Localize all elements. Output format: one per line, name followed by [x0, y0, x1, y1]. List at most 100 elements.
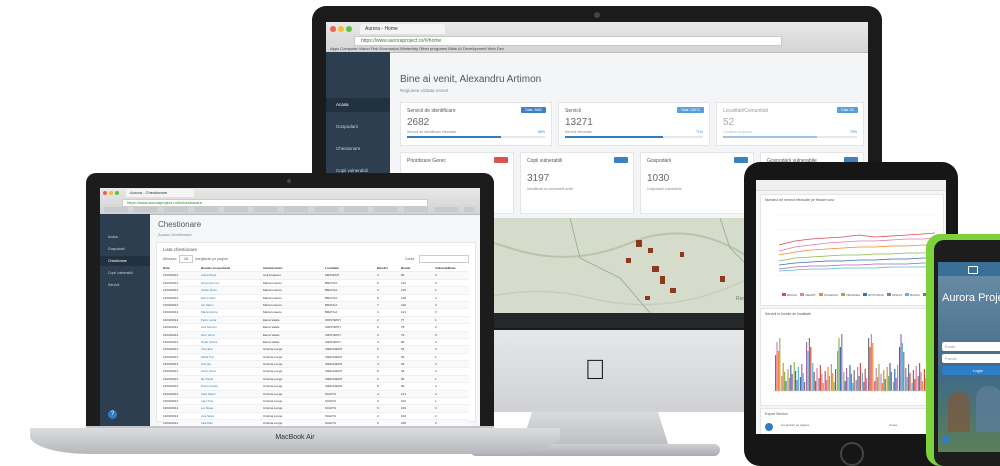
table-cell[interactable]: Gheorghe Ion — [201, 280, 263, 286]
stat-card-gospodarii[interactable]: Gospodarii 1030 Gospodarii vulnerabile — [640, 152, 754, 214]
table-row[interactable]: 13/03/2014 Lia Matei Cristina Lungu SCHITU 6… — [163, 405, 469, 413]
bookmarks-bar[interactable]: Apps Computer Vision Fink Economics Wint… — [330, 46, 504, 51]
chart-bar — [844, 381, 846, 391]
close-button[interactable] — [330, 26, 336, 32]
close-button[interactable] — [103, 191, 107, 195]
table-cell[interactable]: Ion Marin — [201, 302, 263, 308]
chart-card-localitate: Servicii in functie de localitate — [760, 308, 944, 406]
browser-tab[interactable]: Aurora - Chestionare — [126, 189, 194, 197]
legend-label[interactable]: VRANCEA — [846, 293, 861, 297]
table-cell[interactable]: Maria Dobre — [201, 309, 263, 315]
minimize-button[interactable] — [109, 191, 113, 195]
help-icon[interactable]: ? — [108, 410, 117, 419]
table-cell: 79 — [401, 332, 405, 337]
table-row[interactable]: 13/03/2014 Doina Avram Cristina Lungu URECH… — [163, 383, 469, 391]
table-row[interactable]: 13/03/2014 Mihai Pop Cristina Lungu URECHES… — [163, 354, 469, 362]
table-cell[interactable]: Dan Toma — [201, 332, 263, 338]
column-header[interactable]: Localitate — [325, 265, 377, 271]
address-bar[interactable]: https://www.auroraproject.ro/#/chestiona… — [122, 199, 428, 207]
minimize-button[interactable] — [338, 26, 344, 32]
sidebar-item-copii[interactable]: Copii vulnerabili — [100, 268, 150, 278]
legend-label[interactable]: BUZAU — [910, 293, 920, 297]
table-row[interactable]: 13/03/2014 Ioana Popa Ana Popescu MIRCESTI 4… — [163, 272, 469, 280]
legend-label[interactable]: BOTOSANI — [868, 293, 883, 297]
column-header[interactable]: Vulnerabilitate — [435, 265, 469, 271]
sidebar-item-chestionare[interactable]: Chestionare — [326, 142, 390, 156]
password-field[interactable]: Parola — [942, 354, 1000, 363]
column-header[interactable]: Membri — [377, 265, 401, 271]
table-cell[interactable]: Ilie Pavel — [201, 376, 263, 382]
table-row[interactable]: 13/03/2014 Ioan Rus Cristina Lungu SCHITU 3 1… — [163, 398, 469, 406]
sidebar-item-acasa[interactable]: Acasa — [326, 98, 390, 112]
search-input[interactable] — [419, 255, 469, 263]
sidebar-item-gospodarii[interactable]: Gospodarii — [100, 244, 150, 254]
table-cell[interactable]: Vasile Rusu — [201, 287, 263, 293]
table-cell[interactable]: Ioana Popa — [201, 272, 263, 278]
stat-card-localitati[interactable]: Localitati/Comunitati Total: 52 52 Local… — [716, 102, 864, 146]
table-row[interactable]: 13/03/2014 Ana Ilie Cristina Lungu URECHEST… — [163, 361, 469, 369]
table-cell[interactable]: Radu Stoica — [201, 339, 263, 345]
table-cell: 13/03/2014 — [163, 273, 179, 278]
table-cell[interactable]: Elena Stan — [201, 295, 263, 301]
sidebar-item-servicii[interactable]: Servicii — [100, 280, 150, 290]
legend-label[interactable]: BACAU — [787, 293, 797, 297]
table-cell[interactable]: Sorin Voicu — [201, 368, 263, 374]
table-row[interactable]: 13/03/2014 Vasile Rusu Maria Ionescu BRATIL… — [163, 287, 469, 295]
column-header[interactable]: Data — [163, 265, 201, 271]
table-cell[interactable]: Petru Lazar — [201, 317, 263, 323]
table-cell: 3 — [377, 332, 379, 337]
table-row[interactable]: 13/03/2014 Sorin Voicu Cristina Lungu URECH… — [163, 368, 469, 376]
browser-tab[interactable]: Aurora - Home — [360, 24, 445, 34]
email-field[interactable]: Email — [942, 342, 1000, 351]
table-row[interactable]: 13/03/2014 Ion Marin Maria Ionescu BRATILA 7… — [163, 301, 469, 310]
stat-card-identificare[interactable]: Servicii de identificare Total: 2682 268… — [400, 102, 552, 146]
table-cell[interactable]: Doina Avram — [201, 383, 263, 389]
table-row[interactable]: 13/03/2014 Dan Toma Elena Vasile CRISTESTI 3… — [163, 331, 469, 339]
table-row[interactable]: 13/03/2014 Ana Moraru Elena Vasile CRISTEST… — [163, 324, 469, 332]
legend-label[interactable]: VASLUI — [892, 293, 902, 297]
sidebar-item-acasa[interactable]: Acasa — [100, 232, 150, 242]
home-icon[interactable] — [968, 266, 978, 274]
table-row[interactable]: 13/03/2014 Petru Lazar Elena Vasile CRISTES… — [163, 316, 469, 325]
table-cell: Cristina Lungu — [263, 413, 283, 418]
sidebar-item-gospodarii[interactable]: Gospodarii — [326, 120, 390, 134]
table-cell[interactable]: Vlad Nistor — [201, 391, 263, 397]
table-row[interactable]: 13/03/2014 Irina Ene Cristina Lungu URECHES… — [163, 346, 469, 354]
zoom-button[interactable] — [346, 26, 352, 32]
column-header[interactable]: Numar — [401, 265, 435, 271]
table-cell: 13/03/2014 — [163, 347, 179, 352]
table-row[interactable]: 13/03/2014 Radu Stoica Elena Vasile CRISTES… — [163, 339, 469, 347]
table-row[interactable]: 13/03/2014 Elena Stan Maria Ionescu BRATILA… — [163, 295, 469, 302]
help-icon[interactable] — [942, 436, 950, 444]
chart-bar — [853, 370, 855, 391]
stat-card-copii[interactable]: Copii vulnerabili 3197 Identificati ca v… — [520, 152, 634, 214]
column-header[interactable]: Administrator — [263, 265, 325, 271]
export-panel: Export Servicii inregistrari pe pagina C… — [760, 408, 944, 434]
table-cell: 2 — [435, 302, 437, 307]
table-cell[interactable]: Irina Ene — [201, 346, 263, 352]
bookmarks-bar[interactable] — [104, 207, 474, 212]
table-cell[interactable]: Ioan Rus — [201, 398, 263, 404]
stat-card-servicii[interactable]: Servicii Total: 13271 13271 Servicii efe… — [558, 102, 710, 146]
address-bar[interactable]: https://www.auroraproject.ro/#/home — [354, 36, 782, 46]
column-header[interactable]: Numele Gospodariei — [201, 265, 263, 271]
table-cell[interactable]: Ana Moraru — [201, 324, 263, 330]
zoom-button[interactable] — [115, 191, 119, 195]
table-row[interactable]: 13/03/2014 Maria Dobre Maria Ionescu BRATIL… — [163, 309, 469, 317]
table-cell: 120 — [401, 302, 407, 307]
table-row[interactable]: 13/03/2014 Gheorghe Ion Maria Ionescu BRATI… — [163, 280, 469, 288]
legend-label[interactable]: SUCEAVA — [824, 293, 838, 297]
table-row[interactable]: 13/03/2014 Ana Sava Cristina Lungu SCHITU 4 1… — [163, 413, 469, 421]
login-button[interactable]: Login — [942, 366, 1000, 375]
help-icon[interactable] — [765, 423, 773, 431]
sidebar-item-chestionare[interactable]: Chestionare — [100, 256, 150, 266]
table-row[interactable]: 13/03/2014 Ilie Pavel Cristina Lungu URECHE… — [163, 375, 469, 384]
table-row[interactable]: 13/03/2014 Vlad Nistor Cristina Lungu SCHIT… — [163, 390, 469, 399]
table-cell[interactable]: Ana Sava — [201, 413, 263, 419]
table-cell[interactable]: Mihai Pop — [201, 354, 263, 360]
ipad-home-button[interactable] — [840, 442, 864, 466]
legend-label[interactable]: NEAMT — [805, 293, 816, 297]
table-cell[interactable]: Ana Ilie — [201, 361, 263, 367]
page-size-select[interactable]: 10 — [179, 255, 193, 263]
table-cell[interactable]: Lia Matei — [201, 405, 263, 411]
